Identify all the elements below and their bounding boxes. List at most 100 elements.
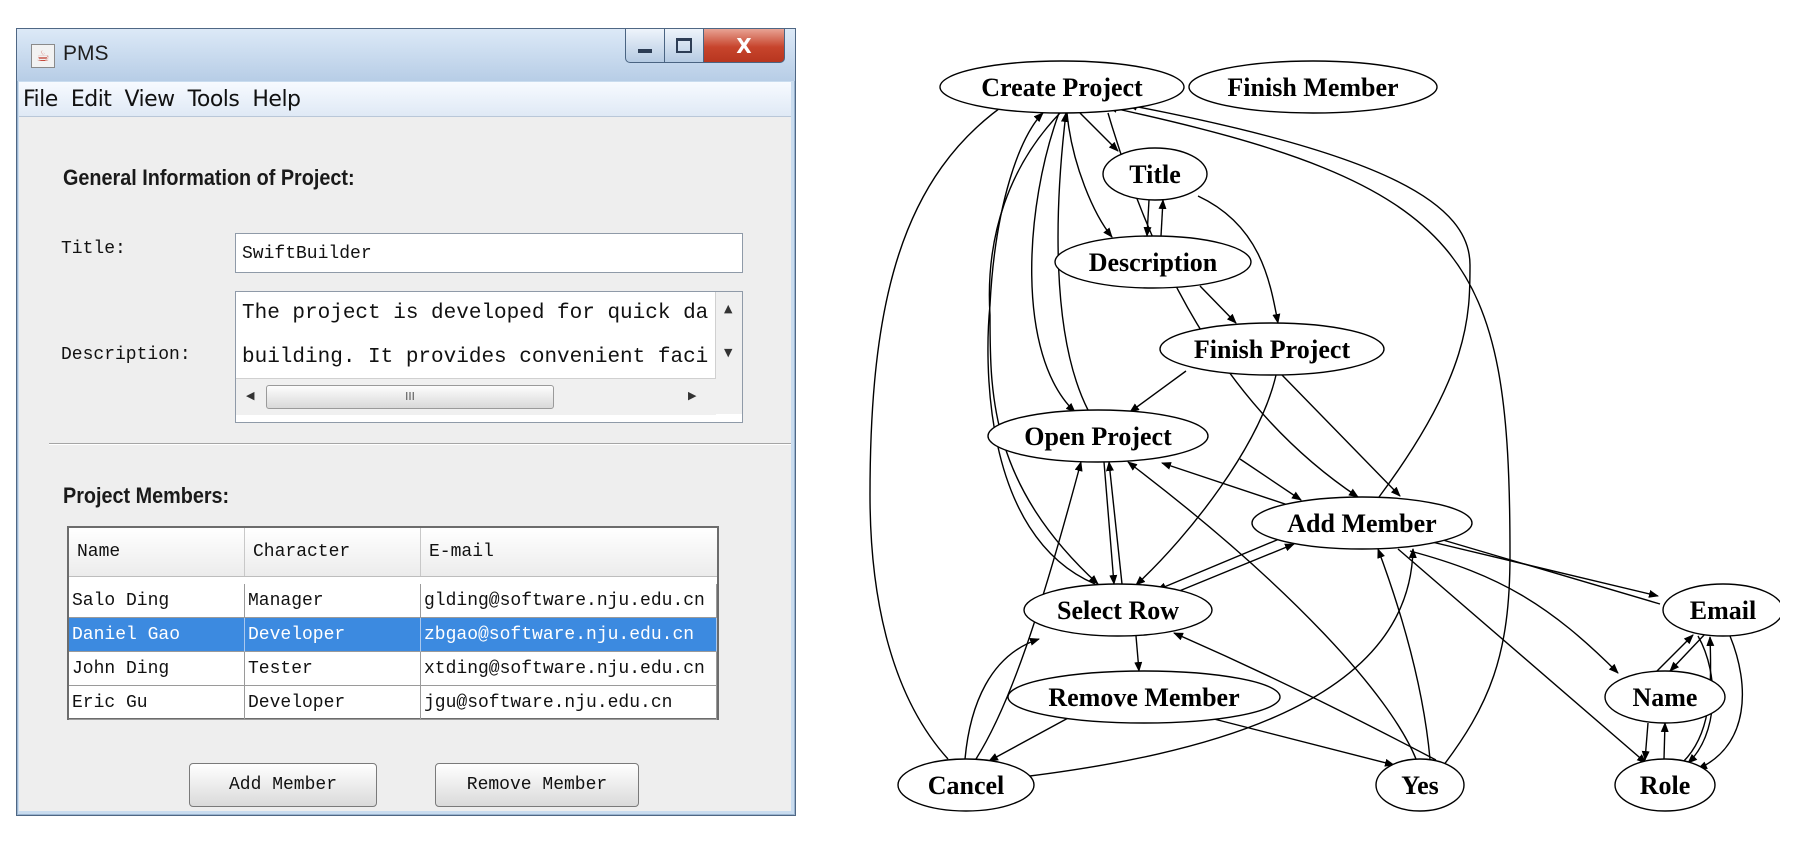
graph-node-finish-member: Finish Member xyxy=(1188,60,1438,114)
menu-view[interactable]: View xyxy=(118,87,181,112)
menu-help[interactable]: Help xyxy=(246,87,307,112)
cell-email: jgu@software.nju.edu.cn xyxy=(421,686,717,720)
graph-edge xyxy=(1021,548,1417,778)
graph-edge xyxy=(1209,717,1395,767)
node-label: Finish Member xyxy=(1227,73,1398,102)
node-label: Description xyxy=(1089,248,1218,277)
scroll-up-icon[interactable]: ▲ xyxy=(724,302,732,315)
cell-character: Tester xyxy=(245,652,421,686)
node-label: Finish Project xyxy=(1194,335,1351,364)
pms-window: ☕ PMS X File Edit View Tools Help Genera… xyxy=(16,28,796,816)
vertical-scrollbar[interactable]: ▲ ▼ xyxy=(715,292,742,378)
description-textarea[interactable]: The project is developed for quick dat b… xyxy=(235,291,743,423)
table-row[interactable]: Salo Ding Manager glding@software.nju.ed… xyxy=(69,584,717,618)
maximize-icon xyxy=(676,38,692,53)
cell-character: Developer xyxy=(245,686,421,720)
column-header-name[interactable]: Name xyxy=(69,528,245,576)
minimize-icon xyxy=(638,48,652,53)
graph-nodes: Create Project Finish Member Title Descript… xyxy=(897,60,1784,812)
column-header-email[interactable]: E-mail xyxy=(421,528,717,576)
graph-edge xyxy=(1377,548,1431,760)
members-table[interactable]: Name Character E-mail Salo Ding Manager … xyxy=(67,526,719,720)
cell-name: Eric Gu xyxy=(69,686,245,720)
state-transition-graph: Create Project Finish Member Title Descript… xyxy=(850,55,1784,825)
minimize-button[interactable] xyxy=(625,29,665,63)
graph-edge xyxy=(988,112,1099,585)
graph-edge xyxy=(1660,722,1669,760)
remove-member-button[interactable]: Remove Member xyxy=(435,763,639,807)
graph-edge xyxy=(1129,370,1187,413)
scroll-right-icon[interactable]: ▶ xyxy=(688,389,696,402)
graph-edge xyxy=(1103,461,1118,585)
graph-node-email: Email xyxy=(1662,583,1784,637)
graph-edge xyxy=(1134,635,1143,672)
node-label: Title xyxy=(1129,160,1181,189)
graph-node-create-project: Create Project xyxy=(939,60,1185,114)
graph-edge xyxy=(1239,458,1302,501)
menu-bar: File Edit View Tools Help xyxy=(19,82,791,117)
graph-edge xyxy=(1105,461,1123,585)
node-label: Add Member xyxy=(1287,509,1436,538)
scroll-down-icon[interactable]: ▼ xyxy=(724,346,732,359)
cell-name: Salo Ding xyxy=(69,584,245,618)
cell-name: Daniel Gao xyxy=(69,618,245,652)
graph-edge xyxy=(869,100,1011,760)
node-label: Select Row xyxy=(1057,596,1179,625)
add-member-button[interactable]: Add Member xyxy=(189,763,377,807)
content-panel: General Information of Project: Title: S… xyxy=(19,117,791,811)
graph-edge xyxy=(1161,462,1295,508)
description-line: building. It provides convenient facil xyxy=(242,346,708,369)
description-line: The project is developed for quick dat xyxy=(242,302,708,325)
node-label: Yes xyxy=(1401,771,1439,800)
graph-node-title: Title xyxy=(1102,147,1208,201)
graph-node-cancel: Cancel xyxy=(897,758,1035,812)
node-label: Open Project xyxy=(1024,422,1172,451)
title-label: Title: xyxy=(61,239,126,259)
table-row[interactable]: Eric Gu Developer jgu@software.nju.edu.c… xyxy=(69,686,717,720)
graph-edge xyxy=(1166,543,1295,597)
close-button[interactable]: X xyxy=(704,29,785,63)
maximize-button[interactable] xyxy=(665,29,704,63)
graph-node-add-member: Add Member xyxy=(1251,496,1473,550)
table-row[interactable]: John Ding Tester xtding@software.nju.edu… xyxy=(69,652,717,686)
graph-node-name: Name xyxy=(1604,670,1726,724)
graph-edge xyxy=(988,716,1071,762)
cell-name: John Ding xyxy=(69,652,245,686)
graph-edge xyxy=(1397,548,1647,764)
menu-edit[interactable]: Edit xyxy=(65,87,119,112)
graph-edge xyxy=(1199,285,1237,324)
cell-email: glding@software.nju.edu.cn xyxy=(421,584,717,618)
window-controls: X xyxy=(625,29,785,63)
close-icon: X xyxy=(736,33,752,58)
graph-edge xyxy=(1641,722,1650,761)
menu-file[interactable]: File xyxy=(19,87,65,112)
title-bar[interactable]: ☕ PMS X xyxy=(17,29,795,81)
graph-node-select-row: Select Row xyxy=(1023,583,1213,637)
cell-email: xtding@software.nju.edu.cn xyxy=(421,652,717,686)
graph-edge xyxy=(1143,199,1152,237)
graph-edge xyxy=(1158,199,1167,237)
node-label: Email xyxy=(1690,596,1756,625)
node-label: Name xyxy=(1633,683,1698,712)
graph-node-description: Description xyxy=(1054,235,1252,289)
java-cup-icon: ☕ xyxy=(31,44,55,68)
graph-node-role: Role xyxy=(1614,758,1716,812)
column-header-character[interactable]: Character xyxy=(245,528,421,576)
general-info-heading: General Information of Project: xyxy=(63,165,355,190)
menu-tools[interactable]: Tools xyxy=(182,87,247,112)
graph-edge xyxy=(1135,374,1277,586)
graph-edge xyxy=(1281,374,1401,497)
node-label: Remove Member xyxy=(1048,683,1239,712)
scrollbar-thumb[interactable]: III xyxy=(266,385,554,409)
title-input[interactable]: SwiftBuilder xyxy=(235,233,743,273)
graph-node-remove-member: Remove Member xyxy=(1007,670,1281,724)
horizontal-scrollbar[interactable]: ◀ III ▶ xyxy=(236,378,716,415)
graph-edge xyxy=(1409,550,1619,674)
node-label: Cancel xyxy=(928,771,1005,800)
description-label: Description: xyxy=(61,345,191,365)
project-members-heading: Project Members: xyxy=(63,483,230,508)
scroll-left-icon[interactable]: ◀ xyxy=(246,389,254,402)
table-row-selected[interactable]: Daniel Gao Developer zbgao@software.nju.… xyxy=(69,618,717,652)
section-divider xyxy=(49,443,791,444)
cell-email: zbgao@software.nju.edu.cn xyxy=(421,618,717,652)
